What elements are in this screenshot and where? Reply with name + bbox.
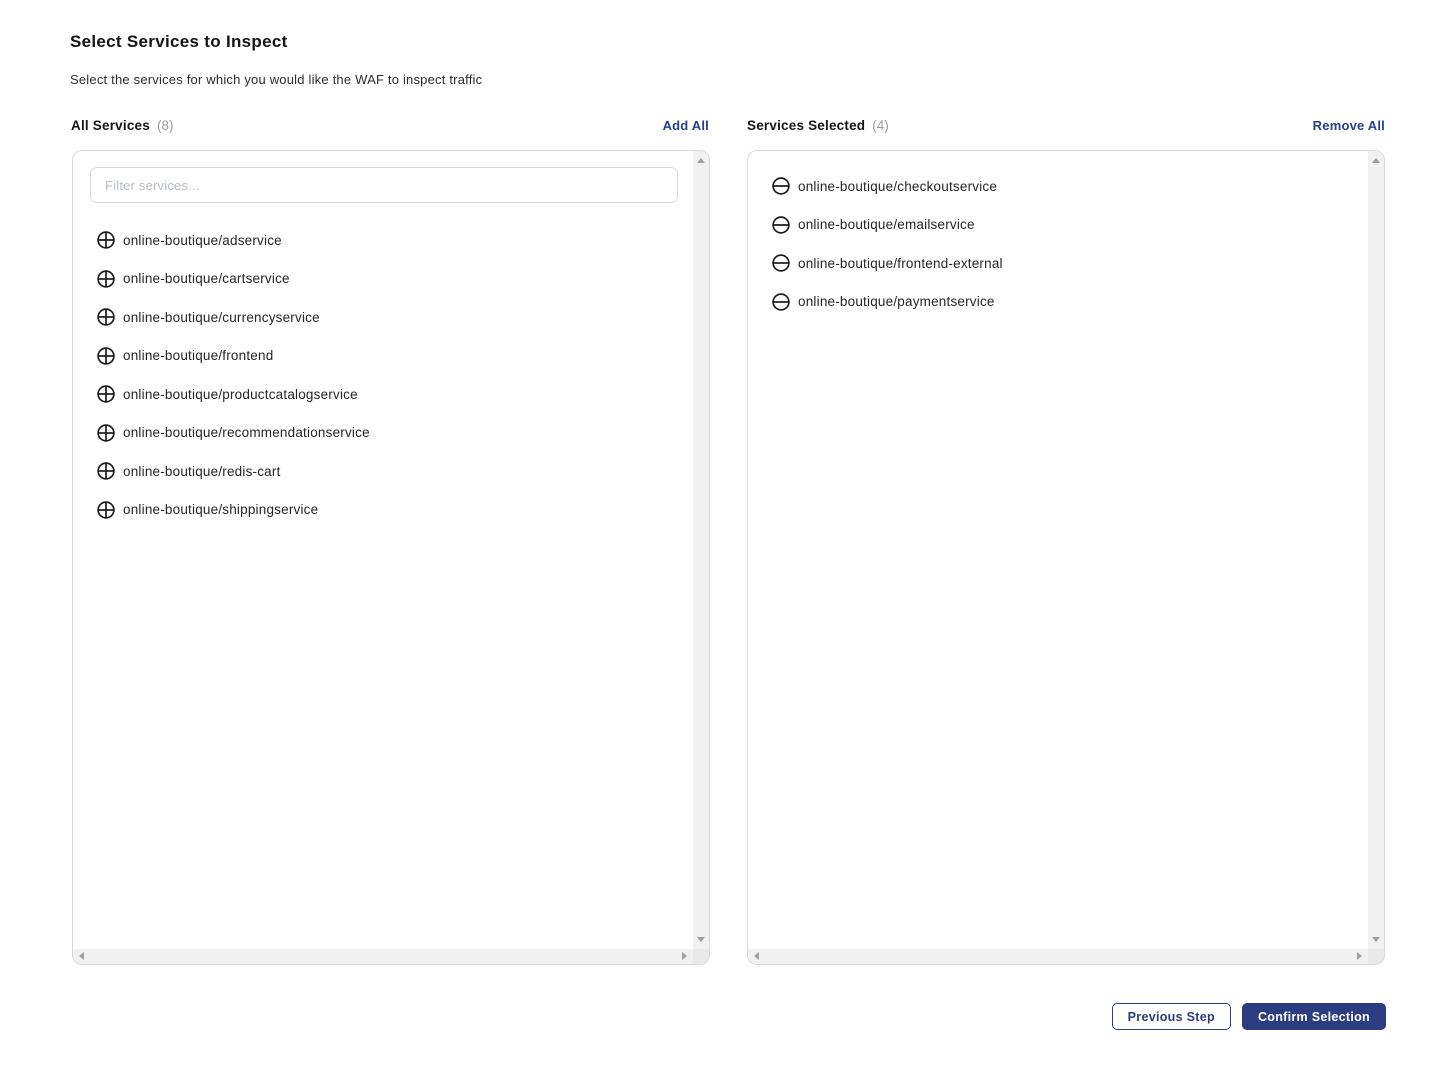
all-services-header: All Services (8) Add All: [71, 118, 709, 133]
minus-circle-icon[interactable]: [772, 216, 790, 234]
service-name: online-boutique/productcatalogservice: [123, 387, 358, 402]
all-services-list: online-boutique/adservice online-boutiqu…: [73, 221, 692, 529]
plus-circle-icon[interactable]: [97, 347, 115, 365]
plus-circle-icon[interactable]: [97, 462, 115, 480]
scroll-right-arrow-icon[interactable]: [682, 952, 687, 960]
scroll-down-arrow-icon[interactable]: [1372, 937, 1380, 942]
service-name: online-boutique/shippingservice: [123, 502, 318, 517]
vertical-scrollbar[interactable]: [693, 151, 709, 949]
previous-step-button[interactable]: Previous Step: [1112, 1003, 1231, 1030]
services-selected-count: (4): [872, 118, 889, 133]
scroll-left-arrow-icon[interactable]: [754, 952, 759, 960]
add-all-button[interactable]: Add All: [663, 118, 709, 133]
services-selected-panel: online-boutique/checkoutservice online-b…: [747, 150, 1385, 965]
horizontal-scrollbar[interactable]: [73, 949, 693, 964]
scroll-up-arrow-icon[interactable]: [697, 158, 705, 163]
all-services-count: (8): [157, 118, 174, 133]
filter-services-input[interactable]: [90, 167, 678, 203]
minus-circle-icon[interactable]: [772, 177, 790, 195]
all-services-list-item[interactable]: online-boutique/frontend: [73, 337, 692, 376]
service-name: online-boutique/paymentservice: [798, 294, 995, 309]
plus-circle-icon[interactable]: [97, 270, 115, 288]
scrollbar-corner: [693, 949, 709, 964]
plus-circle-icon[interactable]: [97, 501, 115, 519]
plus-circle-icon[interactable]: [97, 424, 115, 442]
services-selected-label: Services Selected: [747, 118, 865, 133]
services-selected-list-item[interactable]: online-boutique/frontend-external: [748, 244, 1367, 283]
all-services-label: All Services: [71, 118, 150, 133]
page-title: Select Services to Inspect: [70, 32, 288, 52]
services-selected-list-item[interactable]: online-boutique/paymentservice: [748, 283, 1367, 322]
service-name: online-boutique/frontend-external: [798, 256, 1003, 271]
select-services-page: Select Services to Inspect Select the se…: [0, 0, 1456, 1072]
service-name: online-boutique/redis-cart: [123, 464, 281, 479]
all-services-list-item[interactable]: online-boutique/adservice: [73, 221, 692, 260]
service-name: online-boutique/currencyservice: [123, 310, 320, 325]
remove-all-button[interactable]: Remove All: [1313, 118, 1385, 133]
footer-actions: Previous Step Confirm Selection: [1112, 1003, 1386, 1030]
page-subtitle: Select the services for which you would …: [70, 72, 482, 87]
scroll-right-arrow-icon[interactable]: [1357, 952, 1362, 960]
scrollbar-corner: [1368, 949, 1384, 964]
plus-circle-icon[interactable]: [97, 231, 115, 249]
service-name: online-boutique/recommendationservice: [123, 425, 370, 440]
scroll-left-arrow-icon[interactable]: [79, 952, 84, 960]
minus-circle-icon[interactable]: [772, 293, 790, 311]
horizontal-scrollbar[interactable]: [748, 949, 1368, 964]
all-services-list-item[interactable]: online-boutique/redis-cart: [73, 452, 692, 491]
confirm-selection-button[interactable]: Confirm Selection: [1242, 1003, 1386, 1030]
all-services-panel: online-boutique/adservice online-boutiqu…: [72, 150, 710, 965]
plus-circle-icon[interactable]: [97, 308, 115, 326]
service-name: online-boutique/adservice: [123, 233, 282, 248]
all-services-list-item[interactable]: online-boutique/productcatalogservice: [73, 375, 692, 414]
minus-circle-icon[interactable]: [772, 254, 790, 272]
services-selected-header: Services Selected (4) Remove All: [747, 118, 1385, 133]
service-name: online-boutique/emailservice: [798, 217, 975, 232]
service-name: online-boutique/frontend: [123, 348, 273, 363]
services-selected-list: online-boutique/checkoutservice online-b…: [748, 167, 1367, 321]
vertical-scrollbar[interactable]: [1368, 151, 1384, 949]
services-selected-list-item[interactable]: online-boutique/emailservice: [748, 206, 1367, 245]
all-services-list-item[interactable]: online-boutique/shippingservice: [73, 491, 692, 530]
service-name: online-boutique/cartservice: [123, 271, 290, 286]
all-services-list-item[interactable]: online-boutique/cartservice: [73, 260, 692, 299]
all-services-list-item[interactable]: online-boutique/recommendationservice: [73, 414, 692, 453]
scroll-up-arrow-icon[interactable]: [1372, 158, 1380, 163]
services-selected-list-item[interactable]: online-boutique/checkoutservice: [748, 167, 1367, 206]
plus-circle-icon[interactable]: [97, 385, 115, 403]
service-name: online-boutique/checkoutservice: [798, 179, 997, 194]
scroll-down-arrow-icon[interactable]: [697, 937, 705, 942]
all-services-list-item[interactable]: online-boutique/currencyservice: [73, 298, 692, 337]
